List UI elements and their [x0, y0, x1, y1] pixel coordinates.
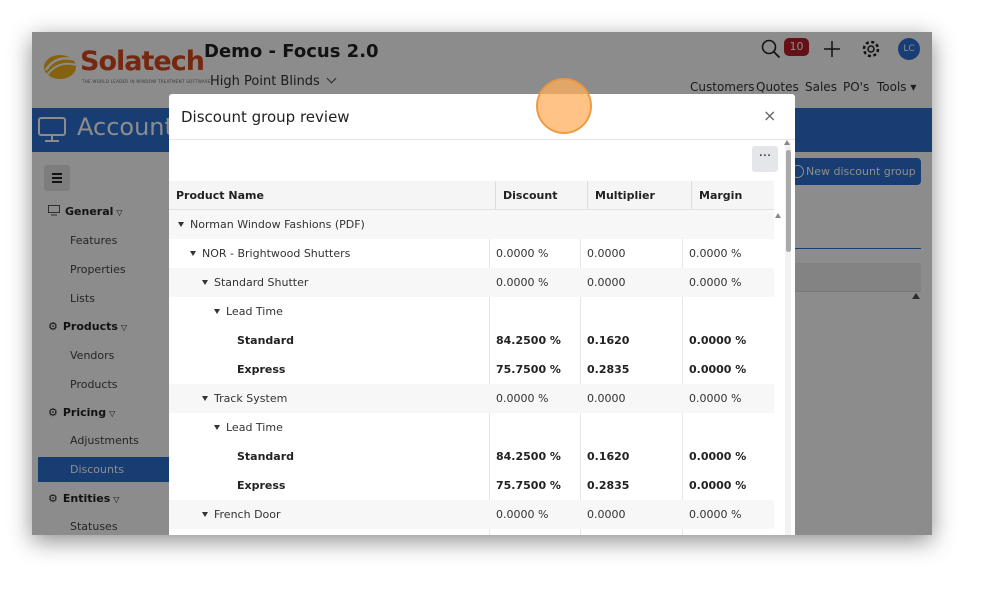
cell-margin: 0.0000 %: [689, 392, 742, 405]
cell-margin: 0.0000 %: [689, 247, 742, 260]
row-label: Lead Time: [226, 305, 283, 318]
cell-margin: 0.0000 %: [689, 363, 747, 376]
row-label: Standard Shutter: [214, 276, 309, 289]
app-window: Solatech THE WORLD LEADER IN WINDOW TREA…: [32, 32, 932, 535]
cell-multiplier: 0.0000: [587, 508, 626, 521]
cell-product-name: Track System: [202, 384, 287, 413]
cell-product-name: Express: [237, 355, 285, 384]
scroll-up-arrow-icon[interactable]: [784, 140, 790, 145]
cell-discount: 84.2500 %: [496, 334, 561, 347]
table-row[interactable]: Standard Shutter 0.0000 % 0.0000 0.0000 %: [169, 268, 774, 297]
column-header-product-name[interactable]: Product Name: [169, 181, 489, 210]
table-row[interactable]: Express 75.7500 % 0.2835 0.0000 %: [169, 471, 774, 500]
more-options-button[interactable]: ···: [752, 146, 778, 172]
cell-discount: 0.0000 %: [496, 508, 549, 521]
column-header-discount[interactable]: Discount: [495, 181, 587, 210]
cell-product-name: Standard Shutter: [202, 268, 308, 297]
cell-margin: 0.0000 %: [689, 508, 742, 521]
table-row[interactable]: Express 75.7500 % 0.2835 0.0000 %: [169, 355, 774, 384]
cursor-highlight: [536, 78, 592, 134]
expand-caret-icon[interactable]: [190, 251, 196, 256]
cell-margin: 0.0000 %: [689, 450, 747, 463]
discount-group-review-modal: Discount group review × ··· Product Name…: [169, 94, 795, 535]
cell-product-name: Standard: [237, 442, 294, 471]
row-label: Lead Time: [226, 421, 283, 434]
cell-multiplier: 0.1620: [587, 450, 630, 463]
cell-discount: 0.0000 %: [496, 392, 549, 405]
table-row[interactable]: NOR - Brightwood Shutters 0.0000 % 0.0000 0…: [169, 239, 774, 268]
cell-product-name: Standard: [237, 326, 294, 355]
column-header-filler: [489, 181, 495, 210]
cell-discount: 75.7500 %: [496, 479, 561, 492]
cell-product-name: Lead Time: [214, 413, 283, 442]
cell-multiplier: 0.1620: [587, 334, 630, 347]
expand-caret-icon[interactable]: [202, 280, 208, 285]
cell-discount: 84.2500 %: [496, 450, 561, 463]
cell-product-name: Express: [237, 471, 285, 500]
cell-discount: 0.0000 %: [496, 276, 549, 289]
row-label: French Door: [214, 508, 281, 521]
close-icon[interactable]: ×: [763, 106, 776, 125]
row-label: Track System: [214, 392, 288, 405]
expand-caret-icon[interactable]: [202, 512, 208, 517]
inner-scroll-up-icon[interactable]: [775, 213, 781, 218]
cell-product-name: Norman Window Fashions (PDF): [178, 210, 365, 239]
cell-discount: 0.0000 %: [496, 247, 549, 260]
table-row[interactable]: Lead Time: [169, 297, 774, 326]
cell-multiplier: 0.0000: [587, 276, 626, 289]
cell-multiplier: 0.0000: [587, 247, 626, 260]
row-label: Standard: [237, 334, 295, 347]
expand-caret-icon[interactable]: [214, 309, 220, 314]
table-row[interactable]: Lead Time: [169, 413, 774, 442]
row-label: Express: [237, 363, 286, 376]
cell-margin: 0.0000 %: [689, 479, 747, 492]
table-row[interactable]: Standard 84.2500 % 0.1620 0.0000 %: [169, 326, 774, 355]
table-row[interactable]: French Door 0.0000 % 0.0000 0.0000 %: [169, 500, 774, 529]
row-label: Norman Window Fashions (PDF): [190, 218, 365, 231]
column-header-multiplier[interactable]: Multiplier: [587, 181, 691, 210]
row-label: Standard: [237, 450, 295, 463]
cell-product-name: NOR - Brightwood Shutters: [190, 239, 350, 268]
row-label: NOR - Brightwood Shutters: [202, 247, 351, 260]
table-row[interactable]: Norman Window Fashions (PDF): [169, 210, 774, 239]
modal-title: Discount group review: [181, 108, 350, 126]
expand-caret-icon[interactable]: [178, 222, 184, 227]
cell-multiplier: 0.2835: [587, 363, 630, 376]
cell-margin: 0.0000 %: [689, 334, 747, 347]
table-row[interactable]: Track System 0.0000 % 0.0000 0.0000 %: [169, 384, 774, 413]
cell-product-name: French Door: [202, 500, 281, 529]
column-header-margin[interactable]: Margin: [691, 181, 774, 210]
table-row[interactable]: Standard 84.2500 % 0.1620 0.0000 %: [169, 442, 774, 471]
expand-caret-icon[interactable]: [202, 396, 208, 401]
modal-header-divider: [169, 139, 795, 140]
cell-discount: 75.7500 %: [496, 363, 561, 376]
cell-multiplier: 0.0000: [587, 392, 626, 405]
cell-multiplier: 0.2835: [587, 479, 630, 492]
cell-product-name: Lead Time: [214, 297, 283, 326]
modal-scrollbar-thumb[interactable]: [786, 150, 791, 252]
cell-margin: 0.0000 %: [689, 276, 742, 289]
row-label: Express: [237, 479, 286, 492]
expand-caret-icon[interactable]: [214, 425, 220, 430]
